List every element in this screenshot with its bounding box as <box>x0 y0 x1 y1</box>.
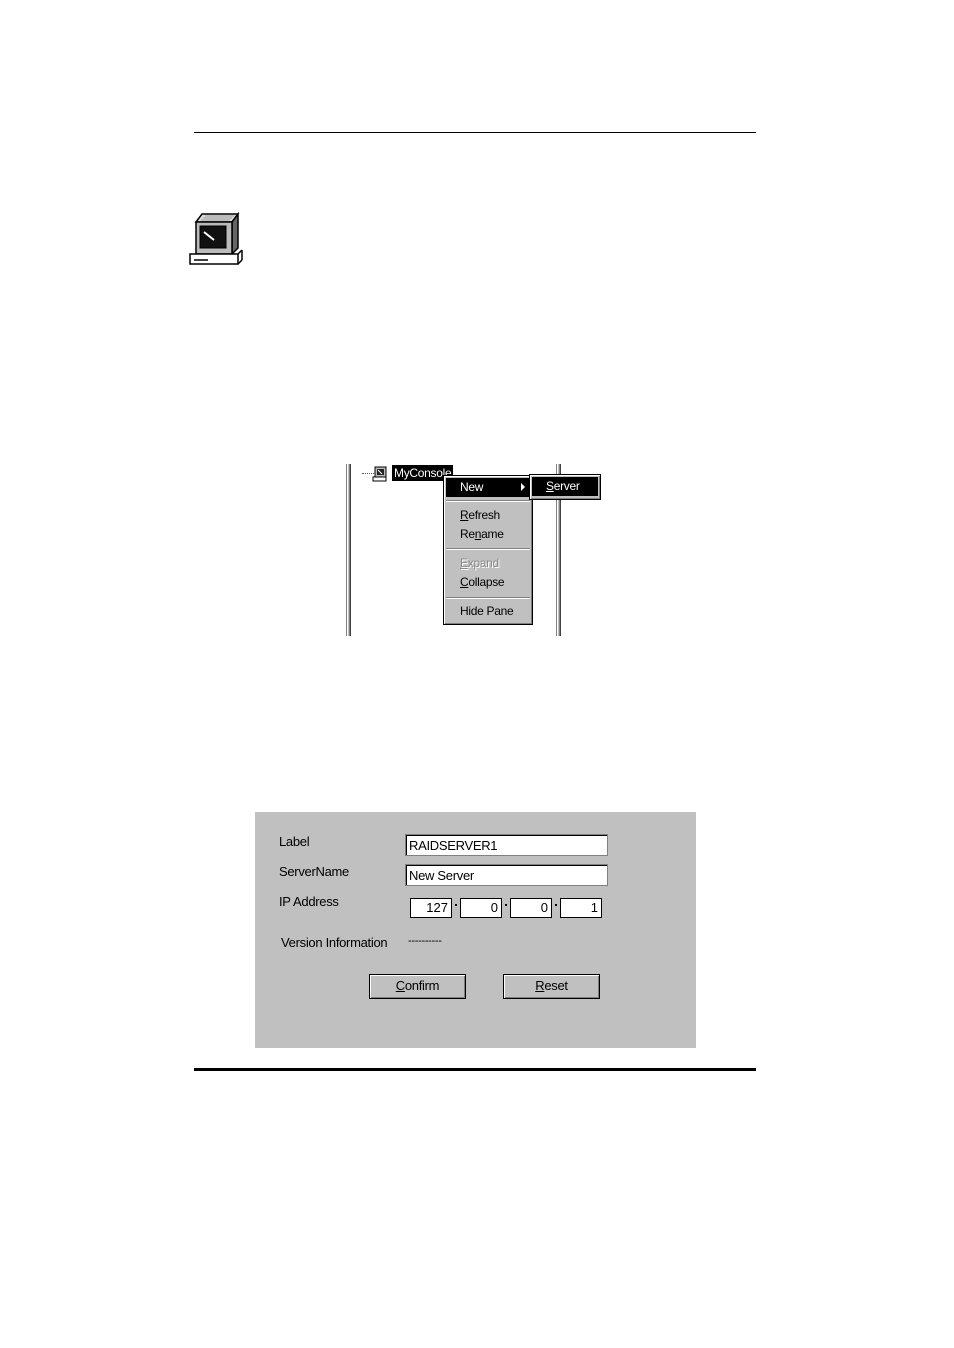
console-icon[interactable] <box>372 466 388 482</box>
menu-separator <box>446 500 530 502</box>
menu-separator <box>446 597 530 599</box>
ip-dot <box>455 904 457 906</box>
ip-octet-1[interactable]: 127 <box>410 898 452 918</box>
reset-button[interactable]: Reset <box>503 974 600 999</box>
menu-text: ame <box>481 527 504 541</box>
menu-item-refresh[interactable]: Refresh <box>446 506 530 525</box>
menu-text: efresh <box>468 508 500 522</box>
menu-item-rename[interactable]: Rename <box>446 525 530 544</box>
button-accelerator: R <box>535 978 545 993</box>
computer-icon <box>188 210 244 266</box>
ip-dot <box>505 904 507 906</box>
menu-separator <box>446 548 530 550</box>
new-submenu: Server <box>529 474 601 500</box>
ip-dot <box>555 904 557 906</box>
top-rule <box>194 132 756 133</box>
submenu-arrow-icon <box>521 483 525 491</box>
menu-item-collapse[interactable]: Collapse <box>446 573 530 592</box>
version-caption: Version Information <box>281 935 388 950</box>
ip-octet-4[interactable]: 1 <box>560 898 602 918</box>
tree-view: MyConsole New Refresh Rename Expand Coll… <box>346 464 601 636</box>
menu-text: Re <box>460 527 475 541</box>
menu-item-hide-pane[interactable]: Hide Pane <box>446 602 530 621</box>
servername-input[interactable] <box>405 864 608 886</box>
menu-text: ollapse <box>468 575 505 589</box>
menu-item-label: New <box>460 480 484 494</box>
menu-text: erver <box>553 479 580 493</box>
left-pane-border[interactable] <box>346 464 351 636</box>
ip-octet-2[interactable]: 0 <box>460 898 502 918</box>
menu-item-server[interactable]: Server <box>532 477 598 496</box>
button-label: eset <box>544 978 568 993</box>
menu-item-new[interactable]: New <box>446 478 530 497</box>
menu-text: xpand <box>467 556 500 570</box>
server-properties-dialog: Label ServerName IP Address 127 0 0 1 Ve… <box>255 812 696 1048</box>
version-value: ---------- <box>408 935 442 947</box>
button-accelerator: C <box>395 978 405 993</box>
label-input[interactable] <box>405 834 608 856</box>
menu-accelerator: E <box>460 556 468 570</box>
bottom-rule <box>194 1068 756 1071</box>
ip-octet-3[interactable]: 0 <box>510 898 552 918</box>
label-caption: Label <box>279 834 310 849</box>
servername-caption: ServerName <box>279 864 349 879</box>
menu-accelerator: S <box>546 479 554 493</box>
confirm-button[interactable]: Confirm <box>369 974 466 999</box>
context-menu: New Refresh Rename Expand Collapse Hide … <box>443 475 533 625</box>
ip-address-caption: IP Address <box>279 894 339 909</box>
menu-item-expand: Expand <box>446 554 530 573</box>
menu-text: Hide Pane <box>460 604 514 618</box>
button-label: onfirm <box>404 978 440 993</box>
